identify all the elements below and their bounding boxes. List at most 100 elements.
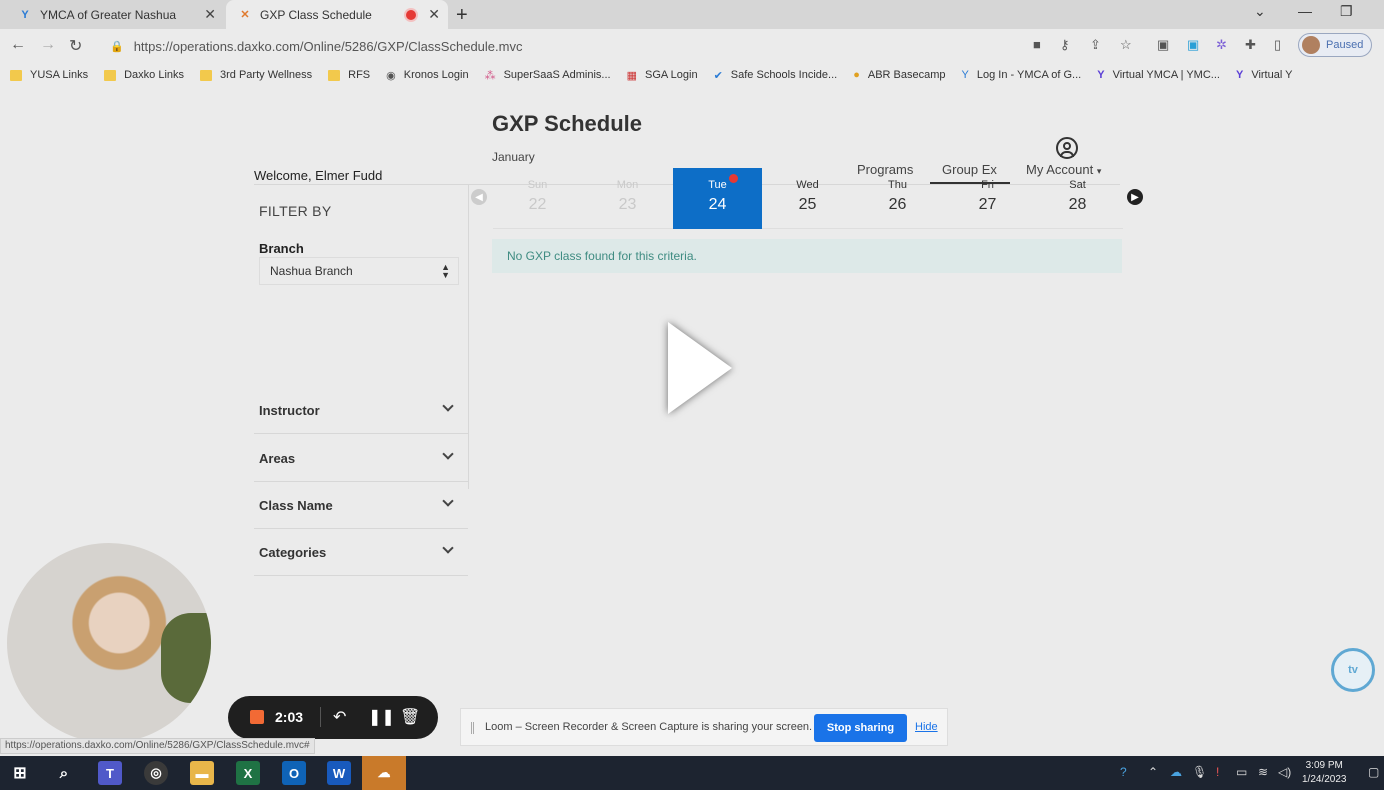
bookmark-item[interactable]: ⁂ SuperSaaS Adminis... — [485, 69, 611, 82]
onedrive-icon[interactable]: ☁ — [362, 756, 406, 790]
reload-icon[interactable]: ↻ — [69, 36, 82, 56]
help-icon[interactable]: ? — [1120, 765, 1127, 779]
notifications-icon[interactable]: ▢ — [1368, 765, 1379, 779]
day-tue[interactable]: Tue 24 — [673, 168, 762, 229]
bookmark-item[interactable]: ◉ Kronos Login — [386, 69, 468, 82]
microphone-icon[interactable]: 🎙 — [1192, 765, 1207, 779]
bookmark-item[interactable]: RFS — [328, 69, 370, 81]
next-week-icon[interactable]: ▶ — [1127, 189, 1143, 205]
bookmark-item[interactable]: ● ABR Basecamp — [853, 69, 945, 81]
supersaas-icon: ⁂ — [484, 69, 496, 82]
chevron-up-icon[interactable]: ⌃ — [1148, 765, 1158, 779]
day-sun[interactable]: Sun 22 — [493, 168, 582, 229]
plant-image — [161, 613, 211, 703]
close-icon[interactable]: ✕ — [428, 6, 440, 23]
search-icon[interactable]: ⌕ — [52, 761, 76, 785]
alert-icon[interactable]: ! — [1216, 765, 1219, 779]
tab-ymca[interactable]: Y YMCA of Greater Nashua ✕ — [0, 0, 224, 29]
filter-class-name[interactable]: Class Name — [254, 482, 468, 529]
teams-icon[interactable]: T — [98, 761, 122, 785]
recording-timer: 2:03 — [275, 709, 304, 725]
stop-recording-icon[interactable] — [250, 710, 264, 724]
bookmarks-bar: YUSA Links Daxko Links 3rd Party Wellnes… — [0, 62, 1384, 88]
filter-categories[interactable]: Categories — [254, 529, 468, 576]
wifi-icon[interactable]: ≋ — [1258, 765, 1268, 779]
day-thu[interactable]: Thu 26 — [853, 168, 942, 229]
chevron-down-icon — [442, 542, 454, 554]
extension-icon[interactable]: ▣ — [1187, 37, 1199, 53]
folder-icon — [200, 69, 213, 81]
sga-icon: ▦ — [626, 69, 637, 82]
forward-icon[interactable]: → — [40, 36, 56, 54]
extension-icon[interactable]: ✲ — [1216, 37, 1227, 53]
outlook-icon[interactable]: O — [282, 761, 306, 785]
filter-instructor[interactable]: Instructor — [254, 387, 468, 434]
address-bar[interactable]: 🔒 https://operations.daxko.com/Online/52… — [100, 33, 1150, 59]
minimize-icon[interactable]: — — [1298, 3, 1312, 19]
ymca-icon: Y — [1235, 69, 1244, 81]
bookmark-item[interactable]: ▦ SGA Login — [627, 69, 698, 82]
divider — [320, 707, 321, 727]
branch-value: Nashua Branch — [270, 264, 353, 278]
bookmark-item[interactable]: Y Log In - YMCA of G... — [962, 69, 1082, 81]
chrome-icon[interactable]: ◎ — [144, 761, 168, 785]
previous-week-icon[interactable]: ◀ — [471, 189, 487, 205]
bookmark-item[interactable]: Y Virtual Y — [1236, 69, 1293, 81]
bookmark-item[interactable]: ✔ Safe Schools Incide... — [714, 69, 838, 82]
volume-icon[interactable]: ◁) — [1278, 765, 1291, 779]
account-icon[interactable] — [1056, 137, 1078, 159]
tab-gxp-schedule[interactable]: ✕ GXP Class Schedule ✕ — [226, 0, 448, 29]
chevron-down-icon — [442, 495, 454, 507]
browser-tabstrip: Y YMCA of Greater Nashua ✕ ✕ GXP Class S… — [0, 0, 1384, 29]
webcam-bubble[interactable] — [7, 543, 211, 743]
share-message: Loom – Screen Recorder & Screen Capture … — [485, 721, 813, 733]
new-tab-icon[interactable]: + — [456, 4, 468, 27]
bookmark-item[interactable]: 3rd Party Wellness — [200, 69, 312, 81]
month-label: January — [492, 150, 535, 164]
bookmark-item[interactable]: Y Virtual YMCA | YMC... — [1097, 69, 1220, 81]
stop-sharing-button[interactable]: Stop sharing — [814, 714, 907, 742]
close-icon[interactable]: ✕ — [204, 6, 216, 23]
day-fri[interactable]: Fri 27 — [943, 168, 1032, 229]
browser-toolbar: ← → ↻ 🔒 https://operations.daxko.com/Onl… — [0, 29, 1384, 62]
tab-title: YMCA of Greater Nashua — [40, 7, 177, 22]
taskbar-clock[interactable]: 3:09 PM 1/24/2023 — [1302, 759, 1347, 787]
trash-icon[interactable]: 🗑 — [400, 707, 420, 727]
word-icon[interactable]: W — [327, 761, 351, 785]
windows-start-icon[interactable]: ⊞ — [8, 761, 32, 785]
day-wed[interactable]: Wed 25 — [763, 168, 852, 229]
ymca-icon: Y — [21, 8, 29, 21]
drag-handle-icon[interactable] — [471, 722, 474, 734]
battery-icon[interactable]: ▭ — [1236, 765, 1247, 779]
excel-icon[interactable]: X — [236, 761, 260, 785]
profile-status: Paused — [1326, 39, 1364, 51]
pause-icon[interactable]: ❚❚ — [368, 707, 395, 727]
undo-icon[interactable]: ↶ — [333, 707, 346, 727]
profile-button[interactable]: Paused — [1298, 33, 1372, 57]
side-panel-icon[interactable]: ▯ — [1274, 37, 1281, 53]
play-icon[interactable] — [668, 322, 732, 414]
key-icon[interactable]: ⚷ — [1060, 37, 1070, 53]
branch-select[interactable]: Nashua Branch ▲ ▼ — [259, 257, 459, 285]
bookmark-item[interactable]: Daxko Links — [104, 69, 184, 81]
filter-areas[interactable]: Areas — [254, 435, 468, 482]
day-sat[interactable]: Sat 28 — [1033, 168, 1122, 229]
tab-search-icon[interactable]: ⌄ — [1254, 3, 1266, 20]
share-icon[interactable]: ⇪ — [1090, 37, 1101, 53]
cloud-icon[interactable]: ☁ — [1170, 765, 1182, 779]
day-mon[interactable]: Mon 23 — [583, 168, 672, 229]
restore-icon[interactable]: ❐ — [1340, 3, 1353, 20]
puzzle-icon[interactable]: ✚ — [1245, 37, 1256, 53]
back-icon[interactable]: ← — [10, 36, 26, 54]
chat-help-icon[interactable]: tv — [1331, 648, 1375, 692]
file-explorer-icon[interactable]: ▬ — [190, 761, 214, 785]
chevron-down-icon — [442, 448, 454, 460]
hide-link[interactable]: Hide — [915, 721, 938, 733]
bookmark-item[interactable]: YUSA Links — [10, 69, 88, 81]
camera-icon[interactable]: ■ — [1033, 37, 1041, 52]
tab-title: GXP Class Schedule — [260, 7, 372, 22]
bookmark-star-icon[interactable]: ☆ — [1120, 37, 1132, 53]
schedule-title: GXP Schedule — [492, 111, 642, 136]
extension-icon[interactable]: ▣ — [1157, 37, 1169, 53]
recording-indicator-icon — [406, 9, 416, 20]
